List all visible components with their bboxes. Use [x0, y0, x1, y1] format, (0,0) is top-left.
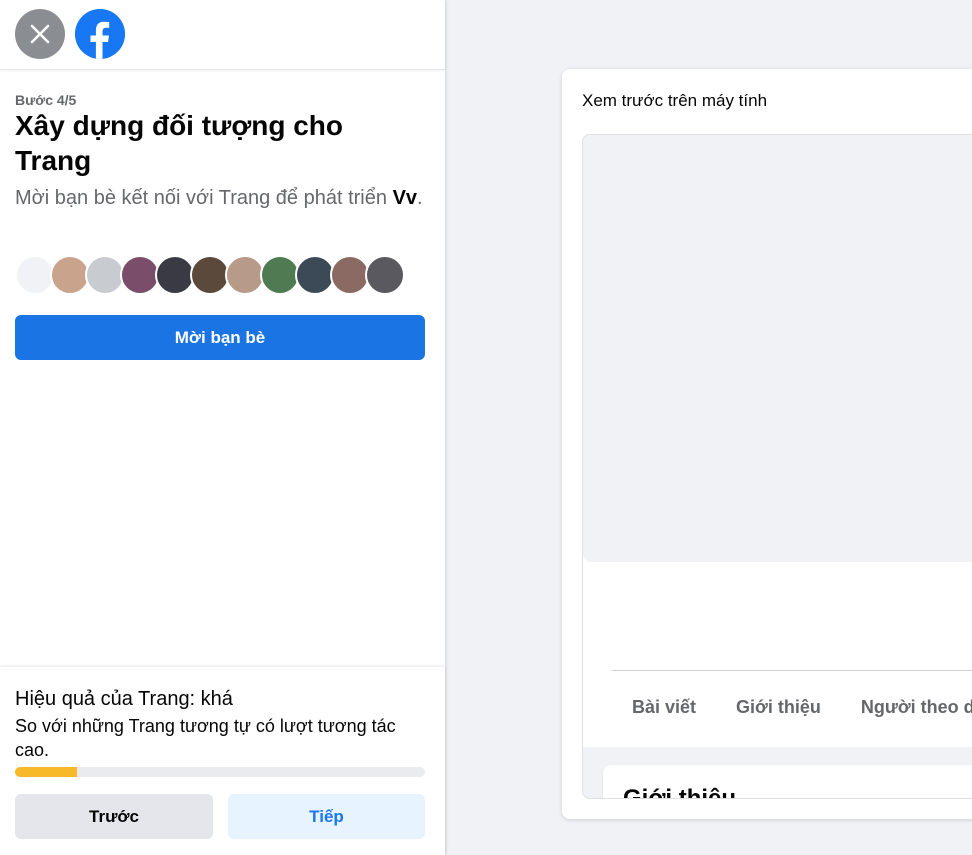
preview-tab[interactable]: Giới thiệu	[716, 697, 841, 718]
friend-avatar[interactable]	[365, 255, 405, 295]
next-button[interactable]: Tiếp	[228, 794, 425, 839]
intro-heading: Giới thiệu	[623, 785, 737, 799]
friend-avatars	[15, 255, 405, 295]
left-panel: Bước 4/5 Xây dựng đối tượng cho Trang Mờ…	[0, 0, 445, 855]
friend-avatar[interactable]	[190, 255, 230, 295]
subtitle-end: .	[417, 187, 423, 209]
performance-description: So với những Trang tương tự có lượt tươn…	[15, 716, 396, 760]
performance-section: Hiệu quả của Trang: khá So với những Tra…	[0, 667, 445, 855]
subtitle-text: Mời bạn bè kết nối với Trang để phát tri…	[15, 187, 393, 209]
desktop-preview-card: Xem trước trên máy tính Bài viết Giới thi…	[562, 69, 972, 819]
friend-avatar[interactable]	[225, 255, 265, 295]
close-button[interactable]	[15, 9, 65, 59]
preview-tab[interactable]: Bài viết	[612, 697, 716, 718]
facebook-logo-icon[interactable]	[75, 9, 125, 59]
friend-avatar[interactable]	[85, 255, 125, 295]
top-bar	[0, 0, 445, 70]
performance-progress-bar	[15, 767, 425, 777]
friend-avatar[interactable]	[260, 255, 300, 295]
friend-avatar[interactable]	[15, 255, 55, 295]
cover-photo-placeholder	[583, 135, 972, 562]
page-tabs: Bài viết Giới thiệu Người theo d	[612, 697, 972, 718]
page-subtitle: Mời bạn bè kết nối với Trang để phát tri…	[15, 185, 425, 211]
page-title: Xây dựng đối tượng cho Trang	[15, 110, 344, 176]
performance-progress-fill	[15, 767, 77, 777]
invite-friends-button[interactable]: Mời bạn bè	[15, 315, 425, 360]
close-icon	[30, 24, 50, 44]
preview-tab[interactable]: Người theo d	[841, 697, 972, 718]
tabs-divider	[612, 670, 972, 671]
friend-avatar[interactable]	[120, 255, 160, 295]
page-name: Vv	[392, 187, 418, 209]
friend-avatar[interactable]	[155, 255, 195, 295]
intro-card: Giới thiệu	[603, 765, 972, 799]
previous-button[interactable]: Trước	[15, 794, 213, 839]
performance-title: Hiệu quả của Trang: khá	[15, 688, 233, 710]
preview-title: Xem trước trên máy tính	[582, 91, 768, 110]
preview-frame: Bài viết Giới thiệu Người theo d Giới thiệ…	[582, 134, 972, 799]
friend-avatar[interactable]	[50, 255, 90, 295]
step-indicator: Bước 4/5	[15, 92, 77, 108]
friend-avatar[interactable]	[330, 255, 370, 295]
friend-avatar[interactable]	[295, 255, 335, 295]
